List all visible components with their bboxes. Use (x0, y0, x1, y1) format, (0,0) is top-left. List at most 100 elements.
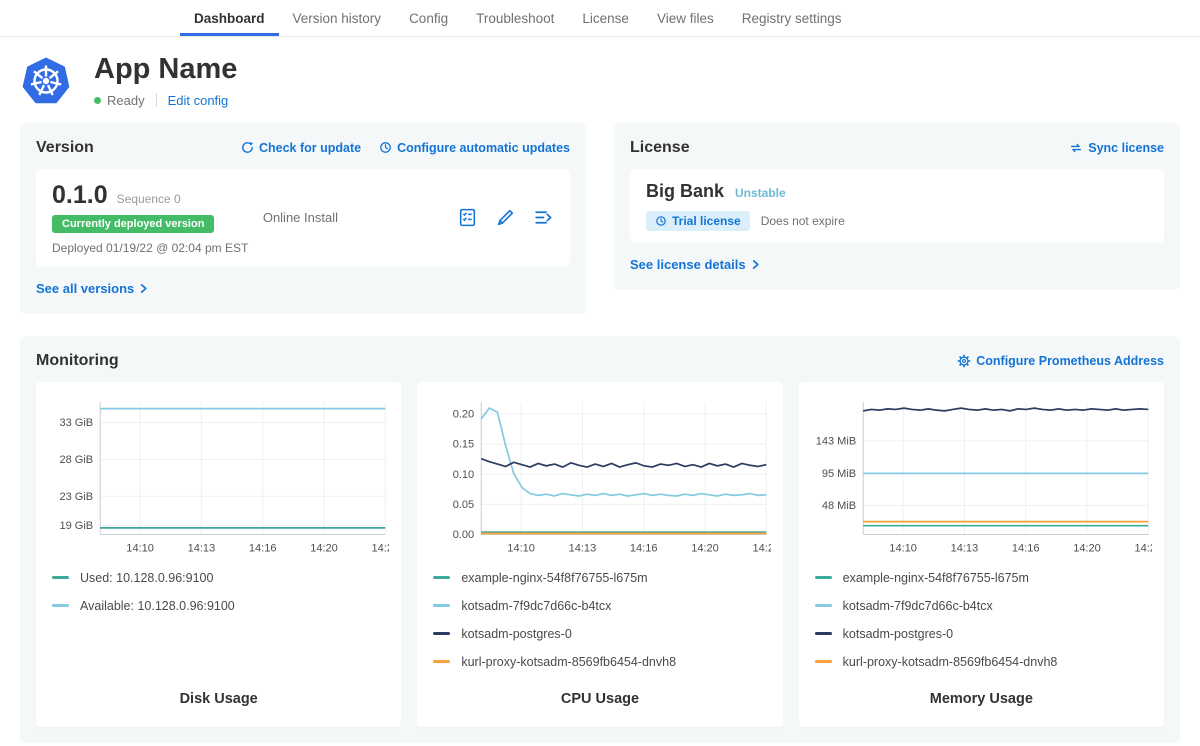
svg-text:23 GiB: 23 GiB (59, 491, 93, 503)
sync-icon (1069, 141, 1083, 155)
app-status-row: Ready Edit config (94, 93, 237, 108)
monitoring-title: Monitoring (36, 352, 119, 370)
legend-swatch (433, 660, 450, 663)
memory-usage-chart: 143 MiB95 MiB48 MiB14:1014:1314:1614:201… (811, 394, 1152, 561)
svg-text:14:10: 14:10 (126, 542, 154, 554)
clock-refresh-icon (379, 141, 392, 154)
legend-item: kotsadm-7f9dc7d66c-b4tcx (815, 599, 1148, 613)
sync-license-link[interactable]: Sync license (1069, 141, 1164, 155)
disk-usage-card: 33 GiB28 GiB23 GiB19 GiB14:1014:1314:161… (36, 382, 401, 727)
svg-text:14:20: 14:20 (1073, 542, 1101, 554)
channel-name: Unstable (735, 186, 786, 200)
svg-text:14:13: 14:13 (569, 542, 597, 554)
kubernetes-logo-icon (22, 57, 70, 105)
legend-label: example-nginx-54f8f76755-l675m (461, 571, 647, 585)
legend-label: example-nginx-54f8f76755-l675m (843, 571, 1029, 585)
svg-text:14:16: 14:16 (630, 542, 658, 554)
legend-swatch (815, 604, 832, 607)
chart-legend: example-nginx-54f8f76755-l675m kotsadm-7f… (429, 571, 770, 683)
legend-item: kotsadm-7f9dc7d66c-b4tcx (433, 599, 766, 613)
svg-text:28 GiB: 28 GiB (59, 454, 93, 466)
svg-text:14:13: 14:13 (950, 542, 978, 554)
edit-config-link[interactable]: Edit config (168, 93, 229, 108)
tab-registry-settings[interactable]: Registry settings (728, 0, 856, 36)
charts-row: 33 GiB28 GiB23 GiB19 GiB14:1014:1314:161… (36, 382, 1164, 727)
legend-label: Available: 10.128.0.96:9100 (80, 599, 235, 613)
svg-text:14:20: 14:20 (692, 542, 720, 554)
legend-item: example-nginx-54f8f76755-l675m (815, 571, 1148, 585)
deployed-version-panel: 0.1.0 Sequence 0 Currently deployed vers… (36, 169, 570, 267)
memory-usage-card: 143 MiB95 MiB48 MiB14:1014:1314:1614:201… (799, 382, 1164, 727)
svg-text:14:23: 14:23 (372, 542, 390, 554)
tab-version-history[interactable]: Version history (279, 0, 396, 36)
svg-text:48 MiB: 48 MiB (821, 500, 855, 512)
see-all-versions-link[interactable]: See all versions (36, 281, 149, 296)
svg-text:14:13: 14:13 (188, 542, 216, 554)
chevron-right-icon (750, 259, 761, 270)
legend-item: kurl-proxy-kotsadm-8569fb6454-dnvh8 (433, 655, 766, 669)
legend-label: kotsadm-postgres-0 (843, 627, 953, 641)
gear-icon (957, 354, 971, 368)
version-title: Version (36, 139, 94, 157)
svg-text:0.15: 0.15 (453, 439, 474, 451)
svg-text:14:20: 14:20 (310, 542, 338, 554)
version-number: 0.1.0 (52, 181, 108, 210)
version-card: Version Check for update Configure autom… (20, 123, 586, 314)
clock-icon (655, 215, 667, 227)
trial-license-badge: Trial license (646, 211, 750, 231)
svg-text:14:23: 14:23 (753, 542, 771, 554)
app-header: App Name Ready Edit config (0, 37, 1200, 123)
preflight-checks-icon[interactable] (495, 207, 516, 228)
tab-config[interactable]: Config (395, 0, 462, 36)
svg-text:14:16: 14:16 (249, 542, 277, 554)
check-for-update-label: Check for update (259, 141, 361, 155)
legend-swatch (433, 604, 450, 607)
disk-usage-chart: 33 GiB28 GiB23 GiB19 GiB14:1014:1314:161… (48, 394, 389, 561)
license-expiry: Does not expire (761, 214, 845, 228)
svg-text:0.20: 0.20 (453, 408, 474, 420)
tab-view-files[interactable]: View files (643, 0, 728, 36)
legend-swatch (815, 632, 832, 635)
license-panel: Big Bank Unstable Trial license Does not… (630, 169, 1164, 243)
chevron-right-icon (138, 283, 149, 294)
legend-label: kotsadm-7f9dc7d66c-b4tcx (843, 599, 993, 613)
deploy-logs-icon[interactable] (533, 207, 554, 228)
tab-troubleshoot[interactable]: Troubleshoot (462, 0, 568, 36)
release-notes-icon[interactable] (457, 207, 478, 228)
tab-license[interactable]: License (568, 0, 643, 36)
see-license-details-link[interactable]: See license details (630, 257, 761, 272)
install-type: Online Install (263, 210, 457, 225)
customer-name: Big Bank (646, 181, 724, 202)
legend-swatch (52, 604, 69, 607)
legend-item: kurl-proxy-kotsadm-8569fb6454-dnvh8 (815, 655, 1148, 669)
legend-item: Used: 10.128.0.96:9100 (52, 571, 385, 585)
tab-dashboard[interactable]: Dashboard (180, 0, 279, 36)
legend-swatch (815, 660, 832, 663)
legend-swatch (433, 632, 450, 635)
svg-text:0.00: 0.00 (453, 529, 474, 541)
svg-text:33 GiB: 33 GiB (59, 417, 93, 429)
chart-title: CPU Usage (429, 683, 770, 717)
legend-swatch (815, 576, 832, 579)
svg-text:143 MiB: 143 MiB (815, 435, 855, 447)
check-for-update-link[interactable]: Check for update (241, 141, 361, 155)
refresh-icon (241, 141, 254, 154)
legend-item: Available: 10.128.0.96:9100 (52, 599, 385, 613)
trial-license-label: Trial license (672, 214, 741, 228)
status-dot (94, 97, 101, 104)
svg-text:0.05: 0.05 (453, 499, 474, 511)
svg-text:14:10: 14:10 (889, 542, 917, 554)
chart-legend: example-nginx-54f8f76755-l675m kotsadm-7f… (811, 571, 1152, 683)
license-card: License Sync license Big Bank Unstable (614, 123, 1180, 290)
svg-text:0.10: 0.10 (453, 469, 474, 481)
legend-label: kotsadm-7f9dc7d66c-b4tcx (461, 599, 611, 613)
legend-swatch (52, 576, 69, 579)
configure-automatic-updates-link[interactable]: Configure automatic updates (379, 141, 570, 155)
divider (156, 93, 157, 107)
configure-prometheus-label: Configure Prometheus Address (976, 354, 1164, 368)
configure-prometheus-link[interactable]: Configure Prometheus Address (957, 354, 1164, 368)
cpu-usage-card: 0.200.150.100.050.0014:1014:1314:1614:20… (417, 382, 782, 727)
sync-license-label: Sync license (1088, 141, 1164, 155)
legend-item: kotsadm-postgres-0 (815, 627, 1148, 641)
cpu-usage-chart: 0.200.150.100.050.0014:1014:1314:1614:20… (429, 394, 770, 561)
